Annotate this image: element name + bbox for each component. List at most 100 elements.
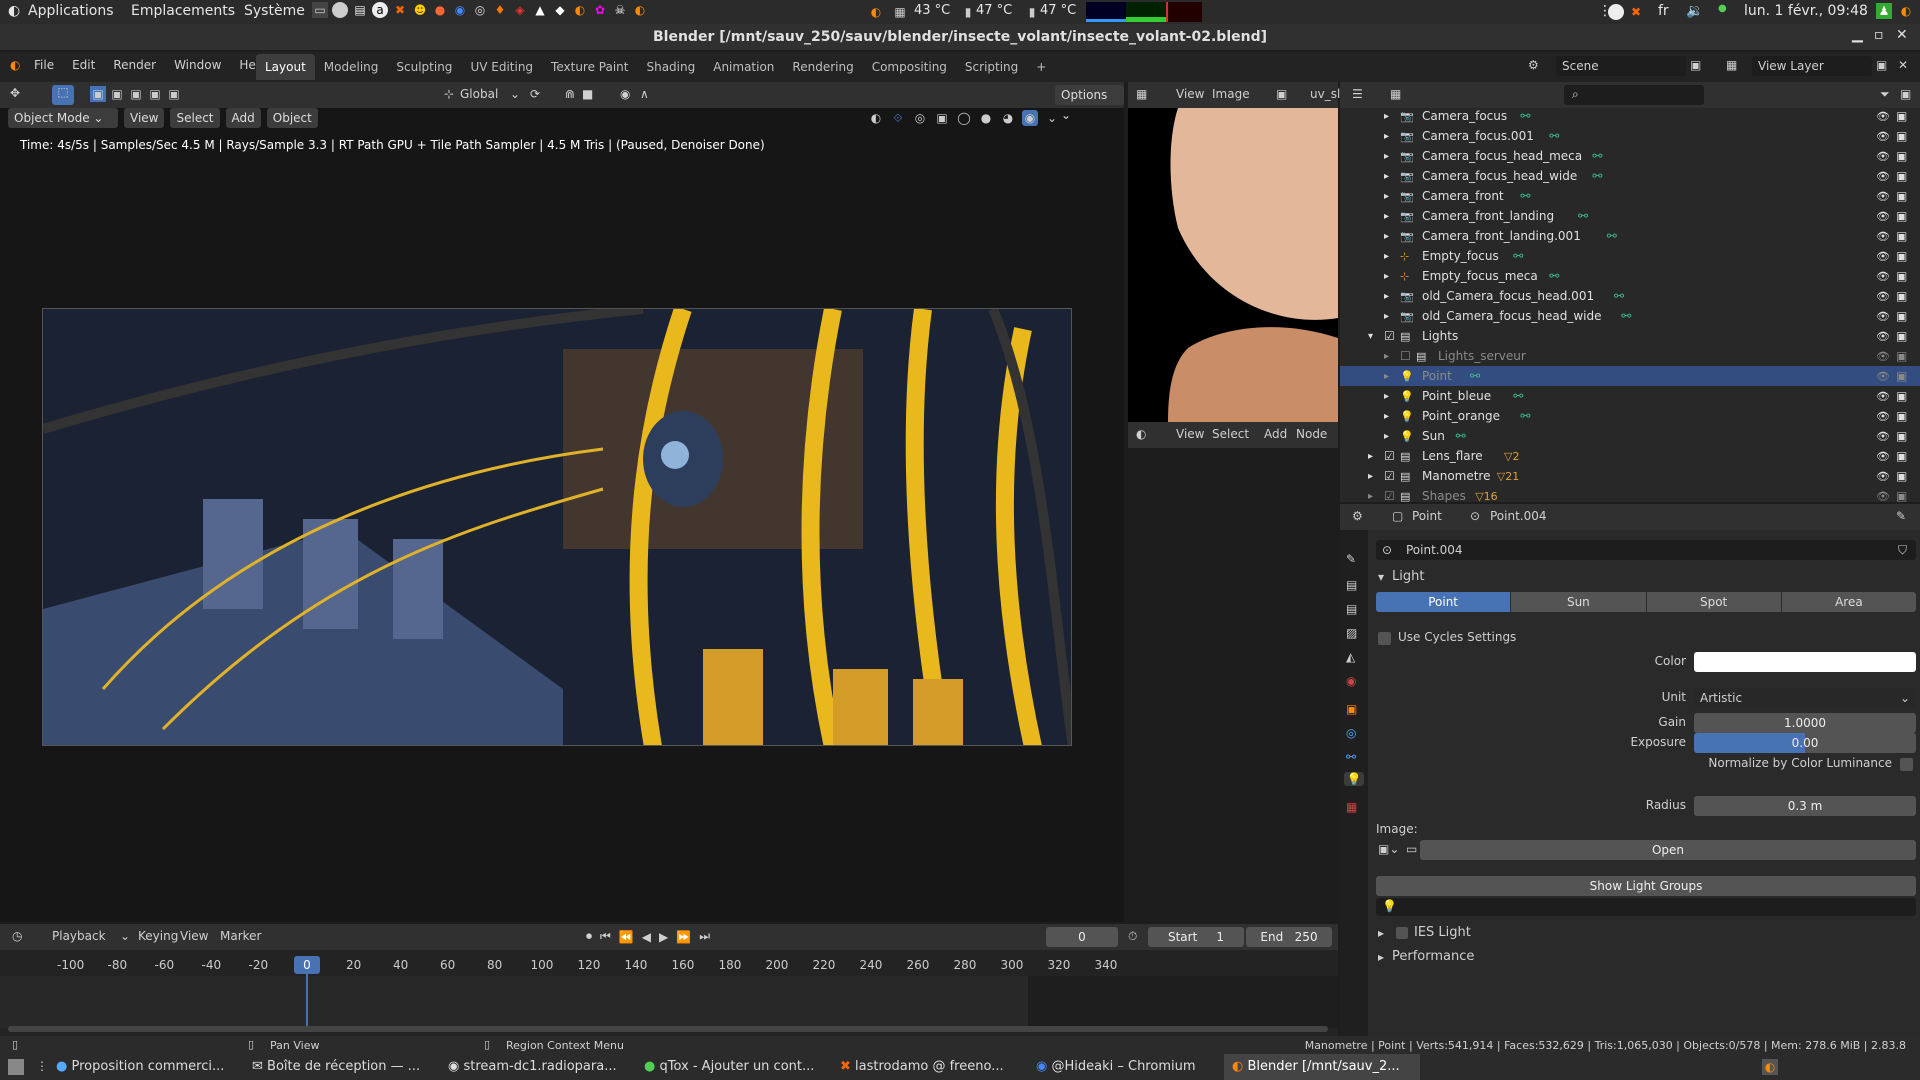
app-icon-8[interactable]: ✿	[592, 2, 608, 18]
node-editor-type-icon[interactable]: ◐	[1136, 427, 1146, 441]
places-menu[interactable]: Emplacements	[131, 3, 235, 19]
xray-icon[interactable]: ▣	[934, 110, 950, 126]
expand-arrow-icon[interactable]: ▸	[1384, 431, 1389, 442]
exclude-checkbox[interactable]: ☐	[1400, 349, 1411, 363]
app-icon-6[interactable]: ▲	[532, 2, 548, 18]
expand-arrow-icon[interactable]: ▸	[1384, 371, 1389, 382]
expand-arrow-icon[interactable]: ▸	[1384, 151, 1389, 162]
system-menu[interactable]: Système	[244, 3, 305, 19]
render-visibility-icon[interactable]: ▣	[1896, 229, 1907, 243]
visibility-eye-icon[interactable]: 👁	[1876, 330, 1890, 343]
menu-render[interactable]: Render	[113, 58, 156, 72]
image-menu-view[interactable]: View	[1176, 87, 1204, 101]
remove-view-layer-icon[interactable]: ✕	[1898, 58, 1908, 72]
render-visibility-icon[interactable]: ▣	[1896, 489, 1907, 503]
outliner-item[interactable]: ▸ 📷 old_Camera_focus_head_wide ⚯ 👁 ▣	[1340, 306, 1920, 326]
app-icon-1[interactable]: ✖	[392, 2, 408, 18]
node-menu-node[interactable]: Node	[1296, 427, 1327, 441]
wireframe-icon[interactable]: ◯	[956, 110, 972, 126]
exclude-checkbox[interactable]: ☑	[1384, 489, 1395, 503]
modifier-tab-icon[interactable]: ◎	[1346, 726, 1356, 740]
expand-arrow-icon[interactable]: ▸	[1384, 211, 1389, 222]
app-icon-2[interactable]: ☻	[412, 2, 428, 18]
outliner-item[interactable]: ▸ 📷 Camera_front_landing ⚯ 👁 ▣	[1340, 206, 1920, 226]
image-browse-icon[interactable]: ▣	[1276, 87, 1287, 101]
expand-arrow-icon[interactable]: ▸	[1368, 491, 1373, 502]
end-frame-field[interactable]: End 250	[1246, 927, 1332, 947]
object-data-icon[interactable]: ⚯	[1520, 409, 1530, 423]
visibility-eye-icon[interactable]: 👁	[1876, 310, 1890, 323]
show-desktop-icon[interactable]	[8, 1059, 24, 1075]
volume-icon[interactable]: 🔉	[1686, 3, 1703, 19]
exclude-checkbox[interactable]: ☑	[1384, 449, 1395, 463]
tab-rendering[interactable]: Rendering	[783, 54, 862, 80]
visibility-eye-icon[interactable]: 👁	[1876, 370, 1890, 383]
exposure-slider[interactable]: 0.00	[1694, 733, 1916, 753]
render-visibility-icon[interactable]: ▣	[1896, 349, 1907, 363]
render-tab-icon[interactable]: ▤	[1346, 578, 1357, 592]
scene-selector[interactable]: Scene	[1556, 56, 1686, 76]
object-data-icon[interactable]: ⚯	[1470, 369, 1480, 383]
terminal-icon[interactable]: ▭	[312, 2, 328, 18]
task-item[interactable]: ● Proposition commerci...	[48, 1054, 244, 1080]
maximize-icon[interactable]: ▫	[1874, 27, 1884, 43]
visibility-icon[interactable]: ◐	[868, 110, 884, 126]
expand-arrow-icon[interactable]: ▸	[1384, 271, 1389, 282]
firefox-icon[interactable]: ●	[432, 2, 448, 18]
object-data-icon[interactable]: ⚯	[1607, 229, 1617, 243]
applications-menu[interactable]: Applications	[28, 3, 114, 19]
render-visibility-icon[interactable]: ▣	[1896, 289, 1907, 303]
exclude-checkbox[interactable]: ☑	[1384, 469, 1395, 483]
select-tool-icon[interactable]: ⬚	[52, 85, 74, 105]
visibility-eye-icon[interactable]: 👁	[1876, 130, 1890, 143]
tab-sculpting[interactable]: Sculpting	[387, 54, 461, 80]
object-data-icon[interactable]: ⚯	[1520, 189, 1530, 203]
next-key-icon[interactable]: ⏩	[676, 930, 691, 944]
object-data-icon[interactable]: ⚯	[1614, 289, 1624, 303]
obs-icon[interactable]	[1608, 4, 1624, 20]
breadcrumb-data[interactable]: Point.004	[1490, 509, 1547, 523]
expand-arrow-icon[interactable]: ▸	[1384, 131, 1389, 142]
app-icon-9[interactable]: ☠	[612, 2, 628, 18]
task-item[interactable]: ✉ Boîte de réception — ...	[244, 1054, 440, 1080]
fake-user-icon[interactable]: ⛉	[1898, 543, 1907, 558]
select-subtract-icon[interactable]: ▣	[128, 86, 144, 102]
viewport-menu-object[interactable]: Object	[266, 108, 318, 128]
record-icon[interactable]: ⏺	[586, 929, 592, 944]
a-icon[interactable]: a	[372, 2, 388, 18]
gain-field[interactable]: 1.0000	[1694, 713, 1916, 733]
breadcrumb-object[interactable]: Point	[1412, 509, 1442, 523]
timeline-menu-marker[interactable]: Marker	[220, 929, 261, 943]
object-data-icon[interactable]: ⚯	[1513, 389, 1523, 403]
app-icon-5[interactable]: ◈	[512, 2, 528, 18]
visibility-eye-icon[interactable]: 👁	[1876, 470, 1890, 483]
disk-icon[interactable]	[332, 2, 348, 18]
blender-tray-icon[interactable]: ◐	[868, 4, 884, 20]
start-frame-field[interactable]: Start 1	[1148, 927, 1244, 947]
viewport-menu-view[interactable]: View	[124, 108, 165, 128]
editor-type-icon[interactable]: ✥	[10, 86, 20, 100]
view-layer-icon[interactable]: ▦	[1726, 58, 1737, 72]
task-item-active[interactable]: ◐ Blender [/mnt/sauv_2...	[1224, 1054, 1420, 1080]
outliner-item[interactable]: ▸ 📷 old_Camera_focus_head.001 ⚯ 👁 ▣	[1340, 286, 1920, 306]
solid-icon[interactable]: ●	[978, 110, 994, 126]
outliner-item[interactable]: ▸ ☑ ▤ Shapes ▽16 👁 ▣	[1340, 486, 1920, 506]
outliner-item[interactable]: ▸ 💡 Point_bleue ⚯ 👁 ▣	[1340, 386, 1920, 406]
render-visibility-icon[interactable]: ▣	[1896, 129, 1907, 143]
menu-window[interactable]: Window	[174, 58, 221, 72]
render-visibility-icon[interactable]: ▣	[1896, 329, 1907, 343]
render-visibility-icon[interactable]: ▣	[1896, 409, 1907, 423]
timeline-menu-playback[interactable]: Playback	[52, 929, 106, 943]
folder-icon[interactable]: ▭	[1406, 842, 1417, 856]
jump-end-icon[interactable]: ⏭	[699, 929, 710, 944]
object-data-icon[interactable]: ⚯	[1520, 109, 1530, 123]
expand-arrow-icon[interactable]: ▸	[1384, 191, 1389, 202]
expand-arrow-icon[interactable]: ▸	[1384, 311, 1389, 322]
material-icon[interactable]: ◕	[1000, 110, 1016, 126]
outliner-item[interactable]: ▸ ⊹ Empty_focus_meca ⚯ 👁 ▣	[1340, 266, 1920, 286]
tab-compositing[interactable]: Compositing	[863, 54, 956, 80]
visibility-eye-icon[interactable]: 👁	[1876, 390, 1890, 403]
outliner-item[interactable]: ▸ ☐ ▤ Lights_serveur 👁 ▣	[1340, 346, 1920, 366]
open-image-button[interactable]: Open	[1420, 840, 1916, 860]
object-data-icon[interactable]: ⚯	[1621, 309, 1631, 323]
